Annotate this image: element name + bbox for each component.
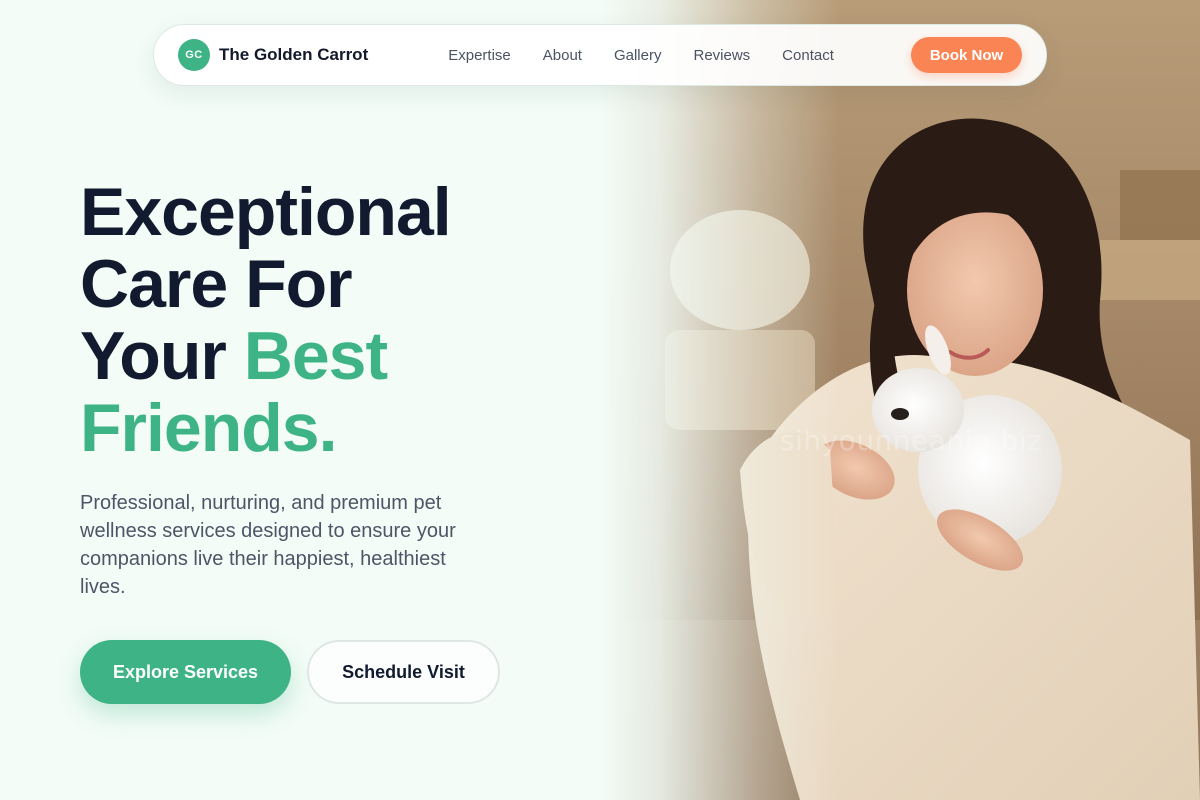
hero-photo xyxy=(600,0,1200,800)
headline-line-1: Exceptional xyxy=(80,174,452,250)
nav-link-about[interactable]: About xyxy=(543,47,582,64)
top-navbar: GC The Golden Carrot Expertise About Gal… xyxy=(153,24,1047,86)
hero-subtext: Professional, nurturing, and premium pet… xyxy=(80,492,456,598)
schedule-visit-button[interactable]: Schedule Visit xyxy=(307,640,500,704)
headline-line-3a: Your xyxy=(80,318,244,394)
nav-link-gallery[interactable]: Gallery xyxy=(614,47,662,64)
headline-accent-best: Best xyxy=(243,318,388,394)
headline-line-2: Care For xyxy=(80,246,353,322)
nav-links: Expertise About Gallery Reviews Contact xyxy=(448,47,834,64)
image-watermark: sihyounneanig.biz xyxy=(780,424,1043,457)
hero-headline: Exceptional Care For Your Best Friends. xyxy=(80,174,452,466)
headline-accent-friends: Friends xyxy=(80,390,320,466)
book-now-button[interactable]: Book Now xyxy=(911,37,1022,73)
nav-link-reviews[interactable]: Reviews xyxy=(693,47,750,64)
nav-link-contact[interactable]: Contact xyxy=(782,47,834,64)
explore-services-button[interactable]: Explore Services xyxy=(80,640,291,704)
headline-period: . xyxy=(318,390,338,466)
logo-badge-icon: GC xyxy=(178,39,210,71)
nav-link-expertise[interactable]: Expertise xyxy=(448,47,511,64)
hero-photo-illustration xyxy=(600,0,1200,800)
brand-home-link[interactable]: GC The Golden Carrot xyxy=(178,39,368,71)
brand-name: The Golden Carrot xyxy=(219,45,369,64)
